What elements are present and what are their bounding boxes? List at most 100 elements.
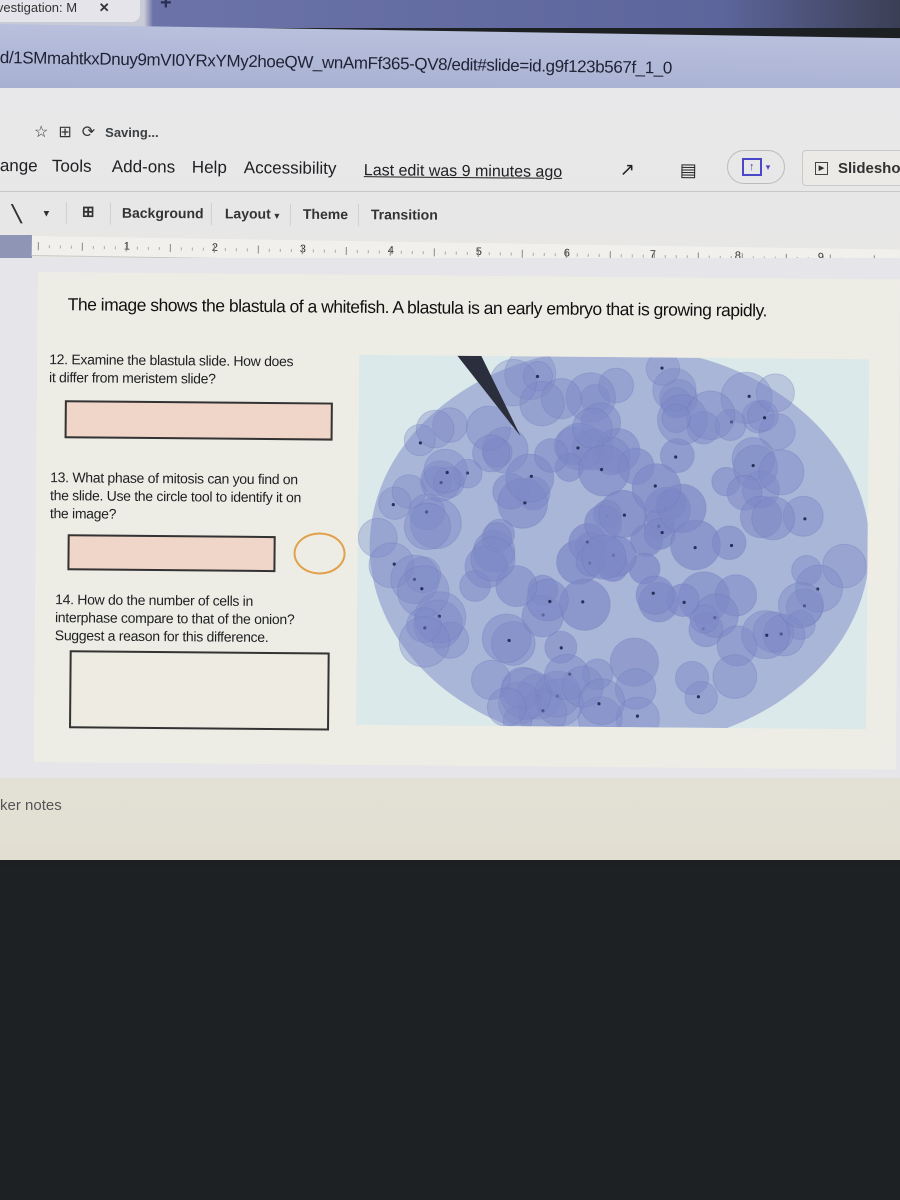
menu-addons[interactable]: Add-ons	[112, 157, 175, 178]
cell-nucleus	[674, 455, 678, 459]
ruler-tick	[543, 253, 545, 257]
ruler-tick	[59, 245, 61, 249]
ruler-tick	[389, 247, 391, 256]
ruler-tick	[334, 249, 336, 253]
last-edit-link[interactable]: Last edit was 9 minutes ago	[364, 162, 562, 182]
ruler-tick	[257, 245, 259, 254]
ruler-tick	[180, 247, 182, 251]
cell	[571, 407, 613, 449]
question-12[interactable]: 12. Examine the blastula slide. How does…	[49, 350, 293, 388]
ruler-tick	[422, 251, 424, 255]
cell-nucleus	[682, 600, 686, 604]
line-tool-icon[interactable]: ╲	[12, 204, 22, 224]
ruler-tick	[587, 253, 589, 257]
cell-nucleus	[651, 591, 655, 595]
ruler-tick	[81, 242, 83, 251]
line-tool-dropdown-icon[interactable]: ▾	[44, 208, 49, 219]
speaker-notes-label[interactable]: ker notes	[0, 797, 62, 814]
question-text: 12. Examine the blastula slide. How does	[49, 351, 294, 370]
ruler-tick	[70, 245, 72, 249]
cell-nucleus	[599, 467, 604, 472]
menu-help[interactable]: Help	[192, 158, 227, 178]
doc-title-row: ☆ ⊞ ⟳ Saving...	[0, 118, 900, 146]
activity-icon[interactable]: ↗	[620, 159, 635, 180]
comment-history-icon[interactable]: ▤	[680, 160, 697, 181]
layout-label: Layout	[224, 205, 271, 222]
browser-tab[interactable]: ivestigation: M ✕	[0, 0, 140, 22]
cell-nucleus	[693, 546, 697, 550]
ruler-tick	[103, 246, 105, 250]
cell	[751, 496, 796, 541]
question-text: the image?	[49, 505, 117, 522]
cell-nucleus	[622, 513, 627, 517]
ruler-number: 4	[387, 244, 395, 257]
star-icon[interactable]: ☆	[34, 122, 48, 142]
question-14[interactable]: 14. How do the number of cells in interp…	[55, 590, 295, 646]
layout-button[interactable]: Layout ▾	[225, 205, 279, 221]
ruler-tick	[224, 248, 226, 252]
ruler-tick	[213, 244, 215, 253]
toolbar: ╲ ▾ ⊞ Background Layout ▾ Theme Transiti…	[0, 196, 900, 237]
cell	[685, 390, 736, 441]
cell	[758, 449, 805, 496]
slide[interactable]: The image shows the blastula of a whitef…	[33, 272, 900, 770]
menu-tools[interactable]: Tools	[52, 156, 92, 176]
separator	[109, 202, 111, 225]
add-comment-icon[interactable]: ⊞	[82, 203, 95, 221]
ruler-tick	[444, 251, 446, 255]
ruler-tick	[268, 248, 270, 252]
circle-annotation-shape[interactable]	[293, 532, 346, 575]
ruler-tick	[554, 253, 556, 257]
cell-nucleus	[729, 543, 734, 548]
cell	[578, 444, 630, 497]
slide-heading[interactable]: The image shows the blastula of a whitef…	[68, 294, 767, 321]
background-button[interactable]: Background	[122, 205, 204, 221]
slideshow-label: Slidesho	[838, 159, 900, 177]
ruler-tick	[345, 246, 347, 255]
ruler-tick	[191, 247, 193, 251]
cell	[581, 534, 627, 580]
ruler-tick	[521, 249, 523, 258]
answer-box-14[interactable]	[69, 650, 330, 731]
cell-nucleus	[559, 646, 563, 650]
cell	[486, 687, 527, 727]
cell	[398, 616, 450, 668]
ruler-tick	[620, 254, 622, 258]
cell	[403, 502, 451, 551]
cell-nucleus	[391, 503, 395, 507]
cell-nucleus	[597, 702, 601, 706]
theme-button[interactable]: Theme	[303, 206, 348, 222]
sync-icon: ⟳	[81, 124, 96, 141]
present-button[interactable]: ↑ ▾	[727, 150, 785, 184]
cell-nucleus	[696, 695, 701, 699]
ruler-number: 3	[299, 243, 307, 256]
cell-nucleus	[765, 633, 769, 637]
ruler-number: 1	[123, 240, 131, 253]
new-tab-icon[interactable]: +	[160, 0, 172, 15]
question-13[interactable]: 13. What phase of mitosis can you find o…	[50, 468, 301, 524]
question-text: interphase compare to that of the onion?	[54, 609, 295, 628]
cell-nucleus	[803, 517, 807, 521]
tab-close-icon[interactable]: ✕	[99, 0, 110, 15]
answer-box-12[interactable]	[64, 400, 333, 441]
blastula-microscope-image[interactable]	[356, 354, 870, 730]
cell	[415, 409, 455, 449]
ruler-tick	[477, 249, 479, 258]
ruler-tick	[290, 249, 292, 253]
cell	[755, 373, 795, 413]
cell	[635, 575, 675, 615]
cell-nucleus	[445, 470, 449, 475]
cell	[423, 448, 468, 494]
transition-button[interactable]: Transition	[371, 206, 438, 222]
cell-nucleus	[635, 714, 640, 718]
ruler-tick	[510, 252, 512, 256]
move-to-folder-icon[interactable]: ⊞	[58, 122, 71, 142]
menu-arrange[interactable]: ange	[0, 156, 38, 176]
answer-box-13[interactable]	[67, 534, 276, 573]
browser-tab-strip: ivestigation: M ✕ +	[0, 0, 900, 28]
slideshow-button[interactable]: ▶ Slidesho	[802, 150, 900, 186]
ruler-tick	[598, 253, 600, 257]
menu-accessibility[interactable]: Accessibility	[244, 158, 337, 179]
cell-nucleus	[751, 463, 755, 468]
chevron-down-icon: ▾	[274, 210, 280, 221]
